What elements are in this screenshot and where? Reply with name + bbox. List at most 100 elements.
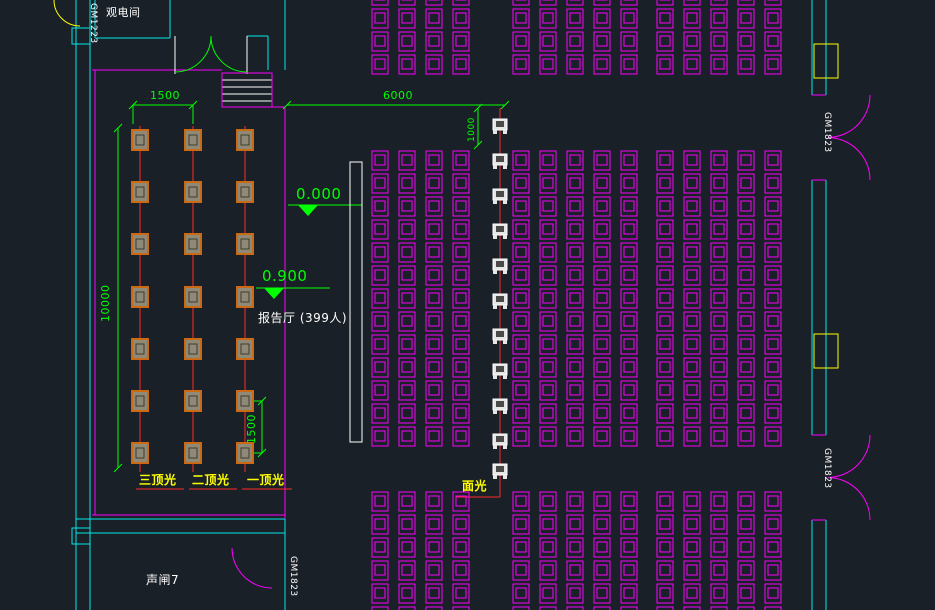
seat bbox=[372, 515, 388, 534]
seat bbox=[711, 381, 727, 400]
seat-inner bbox=[597, 408, 607, 418]
level-marker-triangle bbox=[298, 205, 318, 216]
seat bbox=[765, 289, 781, 308]
face-light-foot bbox=[503, 375, 507, 379]
seat bbox=[372, 335, 388, 354]
seat bbox=[594, 358, 610, 377]
seat bbox=[540, 584, 556, 603]
seat-inner bbox=[516, 565, 526, 575]
face-light-foot bbox=[493, 165, 497, 169]
stage-light-fixture bbox=[185, 287, 201, 307]
seat-inner bbox=[516, 59, 526, 69]
seat-inner bbox=[543, 316, 553, 326]
stage-light-fixture bbox=[132, 391, 148, 411]
seat-inner bbox=[429, 247, 439, 257]
seat bbox=[684, 197, 700, 216]
seat-inner bbox=[543, 542, 553, 552]
seat-inner bbox=[375, 247, 385, 257]
seat-inner bbox=[456, 59, 466, 69]
seat-inner bbox=[687, 385, 697, 395]
seat-inner bbox=[768, 13, 778, 23]
seat bbox=[540, 174, 556, 193]
seat bbox=[765, 404, 781, 423]
seat bbox=[684, 427, 700, 446]
seat-inner bbox=[543, 178, 553, 188]
seat-inner bbox=[768, 178, 778, 188]
seat bbox=[765, 174, 781, 193]
seat-inner bbox=[624, 339, 634, 349]
face-light-foot bbox=[493, 305, 497, 309]
seat-inner bbox=[456, 519, 466, 529]
seat bbox=[567, 266, 583, 285]
seat bbox=[372, 404, 388, 423]
seat-inner bbox=[570, 270, 580, 280]
seat bbox=[765, 492, 781, 511]
seat-inner bbox=[375, 13, 385, 23]
cad-floor-plan-canvas: 观电间 GM1223 1500 6000 1000 10000 1500 0.0… bbox=[0, 0, 935, 610]
seat-inner bbox=[570, 496, 580, 506]
seat-inner bbox=[543, 565, 553, 575]
floor-plan-drawing bbox=[0, 0, 935, 610]
seat bbox=[738, 151, 754, 170]
seat bbox=[399, 492, 415, 511]
seat-inner bbox=[741, 270, 751, 280]
seat-inner bbox=[624, 316, 634, 326]
seat-inner bbox=[741, 385, 751, 395]
seat-inner bbox=[402, 385, 412, 395]
seat-inner bbox=[660, 224, 670, 234]
seat-inner bbox=[429, 542, 439, 552]
seat bbox=[657, 55, 673, 74]
seat bbox=[399, 55, 415, 74]
stage-light-fixture bbox=[237, 234, 253, 254]
seat bbox=[399, 220, 415, 239]
seat-inner bbox=[768, 59, 778, 69]
seat-inner bbox=[768, 316, 778, 326]
seat-inner bbox=[429, 565, 439, 575]
seat bbox=[684, 312, 700, 331]
seat bbox=[765, 151, 781, 170]
seat bbox=[711, 197, 727, 216]
seat-inner bbox=[570, 588, 580, 598]
seat bbox=[765, 197, 781, 216]
seat bbox=[453, 358, 469, 377]
seat bbox=[567, 197, 583, 216]
stage-light-fixture bbox=[237, 182, 253, 202]
seat-inner bbox=[624, 588, 634, 598]
seat-inner bbox=[624, 362, 634, 372]
seat bbox=[594, 381, 610, 400]
seat-inner bbox=[516, 155, 526, 165]
seat-inner bbox=[570, 36, 580, 46]
seat-inner bbox=[375, 270, 385, 280]
seat bbox=[657, 427, 673, 446]
seat bbox=[621, 538, 637, 557]
seat bbox=[399, 538, 415, 557]
seat-inner bbox=[768, 431, 778, 441]
seat bbox=[738, 220, 754, 239]
seat bbox=[513, 427, 529, 446]
seat bbox=[372, 0, 388, 5]
seat bbox=[567, 427, 583, 446]
face-light-foot bbox=[493, 130, 497, 134]
seat-inner bbox=[429, 293, 439, 303]
seat-inner bbox=[741, 339, 751, 349]
seat-inner bbox=[714, 36, 724, 46]
seat-inner bbox=[456, 431, 466, 441]
seat bbox=[453, 335, 469, 354]
seat bbox=[453, 0, 469, 5]
seat bbox=[711, 404, 727, 423]
seat bbox=[738, 243, 754, 262]
seat bbox=[453, 538, 469, 557]
seat bbox=[711, 312, 727, 331]
seat bbox=[426, 515, 442, 534]
seat bbox=[765, 32, 781, 51]
stage-light-fixture bbox=[237, 130, 253, 150]
seat-inner bbox=[429, 178, 439, 188]
seat bbox=[621, 358, 637, 377]
seat-inner bbox=[624, 36, 634, 46]
seat-inner bbox=[714, 385, 724, 395]
seat-inner bbox=[660, 542, 670, 552]
seat-inner bbox=[660, 155, 670, 165]
seat-inner bbox=[543, 59, 553, 69]
seat bbox=[399, 515, 415, 534]
door-swing-arc bbox=[175, 36, 211, 72]
